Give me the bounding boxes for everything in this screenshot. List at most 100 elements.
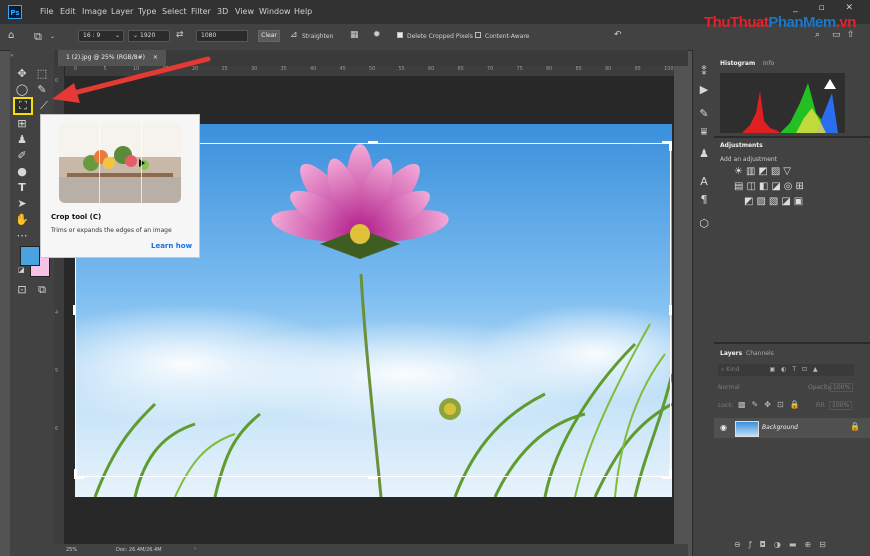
histogram-chart (720, 73, 845, 133)
learn-how-link[interactable]: Learn how (151, 242, 192, 250)
screen-mode-icon[interactable]: ⧉ (34, 282, 50, 298)
crop-handle-bottom-right[interactable] (662, 469, 672, 479)
chevron-down-icon[interactable]: ⌄ (50, 33, 55, 40)
menu-image[interactable]: Image (82, 7, 107, 16)
crop-handle-bottom[interactable] (368, 476, 378, 479)
layer-row-background[interactable]: ◉ Background 🔒 (714, 418, 870, 438)
fill-label: Fill: (816, 402, 827, 409)
3d-panel-icon[interactable]: ⬡ (696, 216, 712, 232)
stamp-tool-icon[interactable]: ♟ (14, 132, 30, 148)
menu-select[interactable]: Select (162, 7, 187, 16)
crop-tool-tooltip: Crop tool (C) Trims or expands the edges… (40, 114, 200, 258)
add-adjustment-label: Add an adjustment (720, 156, 778, 163)
menu-layer[interactable]: Layer (111, 7, 133, 16)
ratio-select[interactable]: 16 : 9 ⌄ (78, 30, 124, 42)
document-size: Doc: 26.4M/26.4M (116, 547, 162, 553)
default-colors-icon[interactable]: ◪ (18, 266, 25, 274)
layer-filter-icons[interactable]: ▣◐T⊡▲ (769, 366, 823, 373)
menu-help[interactable]: Help (294, 7, 312, 16)
crop-tool-icon[interactable]: ⛶ (13, 97, 33, 115)
window-controls[interactable]: _ ▫ ✕ (793, 3, 862, 13)
red-annotation-arrow (52, 56, 211, 103)
search-icon[interactable]: ⌕ (815, 30, 820, 40)
menu-view[interactable]: View (235, 7, 254, 16)
menu-window[interactable]: Window (259, 7, 291, 16)
watermark-part-2: PhanMem (768, 14, 836, 31)
home-icon[interactable]: ⌂ (8, 30, 14, 41)
clone-source-icon[interactable]: ♟ (696, 146, 712, 162)
reset-icon[interactable]: ↶ (614, 30, 622, 40)
content-aware-checkbox[interactable] (475, 32, 481, 38)
share-icon[interactable]: ⇧ (847, 30, 855, 40)
tab-layers[interactable]: Layers (720, 350, 742, 357)
clear-button[interactable]: Clear (258, 30, 280, 42)
crop-handle-right[interactable] (669, 305, 672, 315)
menu-type[interactable]: Type (138, 7, 156, 16)
straighten-label[interactable]: Straighten (302, 33, 333, 40)
lasso-tool-icon[interactable]: ◯ (14, 82, 30, 98)
tooltip-description: Trims or expands the edges of an image (51, 227, 172, 234)
adjustment-icons-row-2[interactable]: ▤◫◧◪◎⊞ (734, 181, 807, 192)
paragraph-panel-icon[interactable]: ¶ (696, 192, 712, 208)
crop-handle-bottom-left[interactable] (74, 469, 84, 479)
zoom-level[interactable]: 25% (66, 547, 77, 553)
menu-3d[interactable]: 3D (217, 7, 228, 16)
foreground-color-swatch[interactable] (20, 246, 40, 266)
chevron-down-icon: ⌄ (133, 32, 139, 39)
menu-filter[interactable]: Filter (191, 7, 211, 16)
crop-height-field[interactable]: 1080 (196, 30, 248, 42)
blend-mode-select[interactable]: Normal (718, 384, 758, 391)
menu-edit[interactable]: Edit (60, 7, 76, 16)
brush-settings-icon[interactable]: ✎ (696, 106, 712, 122)
more-tools-icon[interactable]: ⋯ (14, 228, 30, 244)
type-tool-icon[interactable]: T (14, 180, 30, 196)
character-panel-icon[interactable]: A (696, 174, 712, 190)
crop-handle-left[interactable] (73, 305, 76, 315)
layer-bottom-toolbar[interactable]: ⊖ƒ◘◑▬⊕⊟ (734, 540, 834, 549)
move-tool-icon[interactable]: ✥ (14, 66, 30, 82)
overlay-grid-icon[interactable]: ▦ (350, 30, 359, 40)
collapse-icon[interactable]: » (10, 52, 14, 59)
photoshop-logo: Ps (8, 5, 22, 19)
path-select-tool-icon[interactable]: ➤ (14, 196, 30, 212)
hand-tool-icon[interactable]: ✋ (14, 212, 30, 228)
opacity-value[interactable]: 100% (830, 383, 854, 392)
quick-mask-icon[interactable]: ⊡ (14, 282, 30, 298)
ruler-tick: 70 (487, 66, 494, 72)
crop-preset-icon[interactable]: ⧉ (34, 30, 42, 44)
brush-tool-icon[interactable]: ✐ (14, 148, 30, 164)
ruler-tick: 55 (398, 66, 405, 72)
search-icon: ⌕ (721, 366, 725, 373)
frame-tool-icon[interactable]: ⊞ (14, 116, 30, 132)
swap-icon[interactable]: ⇄ (176, 30, 184, 40)
workspace-icon[interactable]: ▭ (832, 30, 841, 40)
status-arrow-icon[interactable]: › (194, 546, 196, 552)
gear-icon[interactable]: ✹ (373, 30, 381, 40)
fill-value[interactable]: 100% (829, 401, 853, 410)
crop-handle-top-right[interactable] (662, 141, 672, 151)
ruler-tick: 40 (310, 66, 317, 72)
adjustment-icons-row-3[interactable]: ◩▨▧◪▣ (744, 196, 806, 207)
layer-name[interactable]: Background (762, 424, 798, 431)
adjust-icon[interactable]: ⩸ (696, 124, 712, 140)
lock-icons[interactable]: ▩✎✥⊡🔒 (738, 400, 806, 409)
layer-thumbnail (735, 421, 759, 437)
crop-handle-top[interactable] (368, 141, 378, 144)
ruler-tick: 65 (457, 66, 464, 72)
tab-channels[interactable]: Channels (746, 350, 774, 357)
tab-info[interactable]: Info (763, 60, 774, 67)
history-panel-icon[interactable]: ⁑ (696, 64, 712, 80)
panel-divider (714, 136, 870, 138)
eye-icon[interactable]: ◉ (720, 423, 727, 432)
blur-tool-icon[interactable]: ● (14, 164, 30, 180)
crop-width-field[interactable]: ⌄ 1920 (128, 30, 170, 42)
straighten-icon[interactable]: ⊿ (290, 30, 298, 40)
adjustment-icons-row-1[interactable]: ☀▥◩▨▽ (734, 166, 794, 177)
ruler-tick: 100 (664, 66, 674, 72)
menu-file[interactable]: File (40, 7, 53, 16)
tab-adjustments[interactable]: Adjustments (720, 142, 763, 149)
layer-filter-bar[interactable]: ⌕ Kind ▣◐T⊡▲ (718, 364, 854, 376)
tab-histogram[interactable]: Histogram (720, 60, 755, 67)
actions-panel-icon[interactable]: ▶ (696, 82, 712, 98)
delete-cropped-checkbox[interactable] (397, 32, 403, 38)
